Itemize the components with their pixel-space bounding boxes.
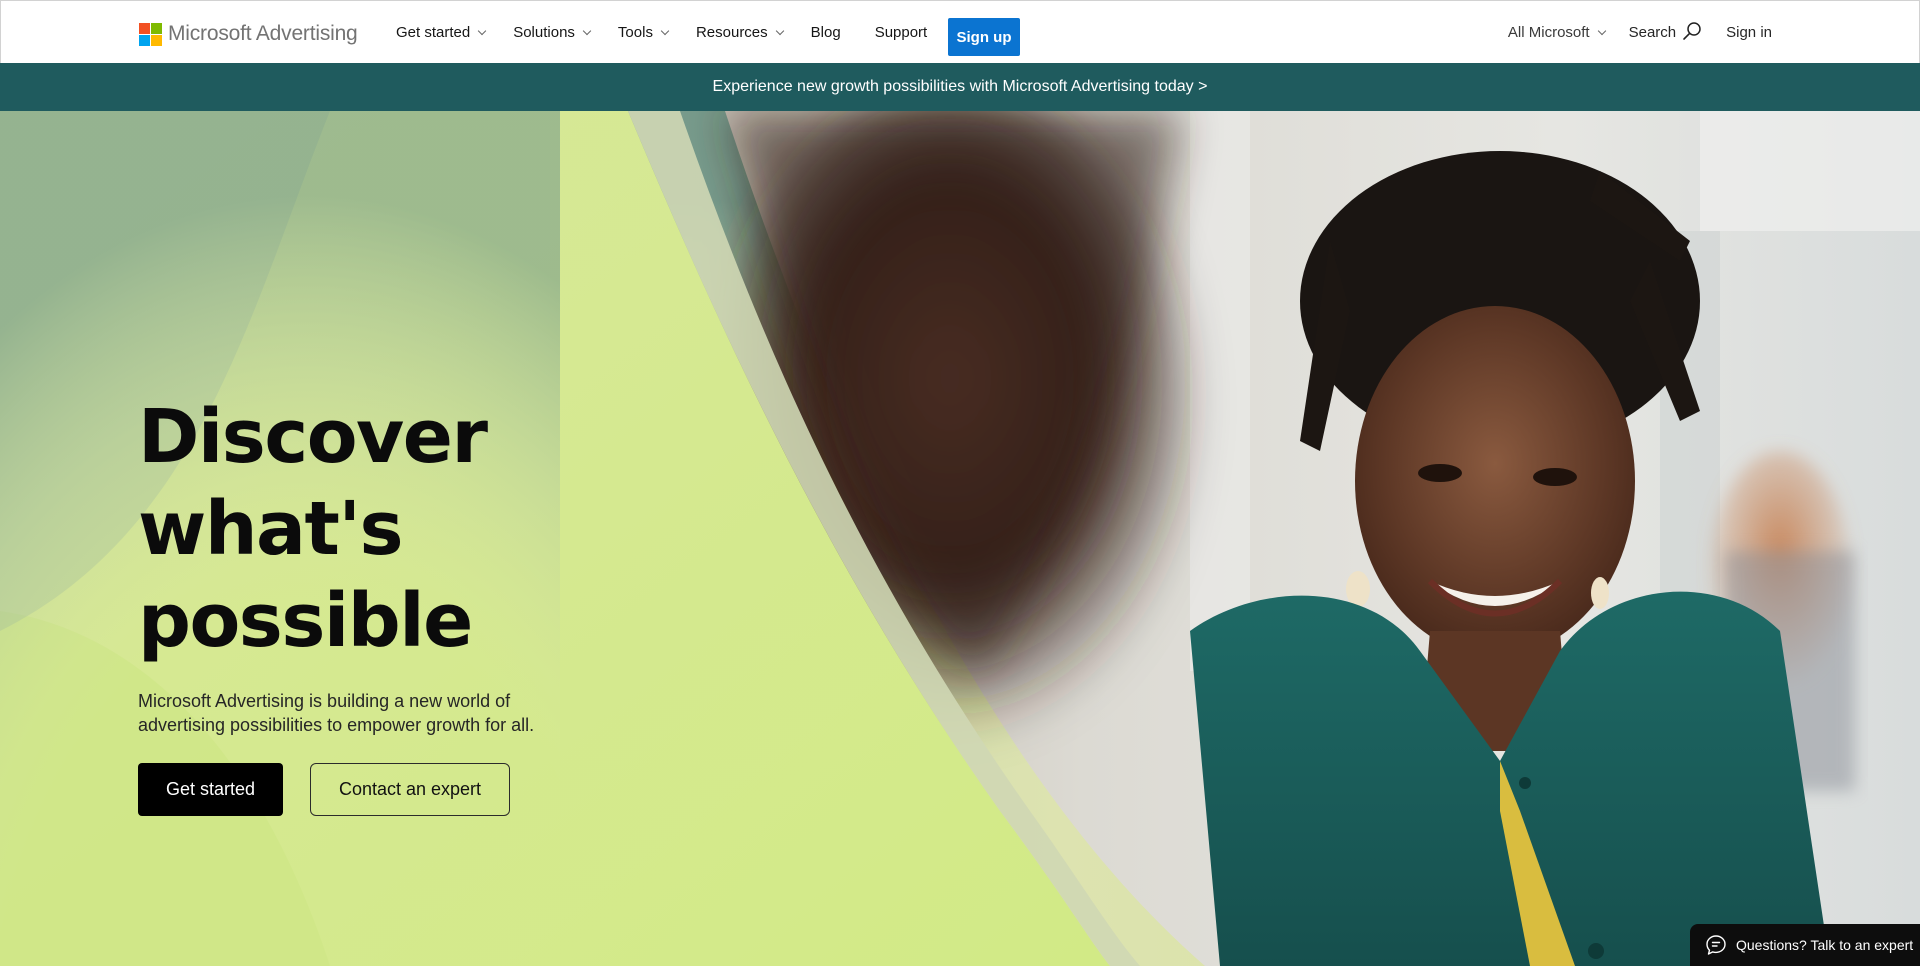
utility-nav: All Microsoft Search Sign in xyxy=(1484,1,1772,64)
chat-widget-button[interactable]: Questions? Talk to an expert xyxy=(1690,924,1920,966)
chevron-down-icon xyxy=(1597,26,1606,36)
main-nav: Get started Solutions Tools Resources Bl… xyxy=(396,1,955,64)
hero-title-line: Discover xyxy=(138,394,488,480)
hero-actions: Get started Contact an expert xyxy=(138,763,598,816)
all-microsoft-label: All Microsoft xyxy=(1507,24,1590,41)
promo-banner: Experience new growth possibilities with… xyxy=(0,63,1920,111)
hero-subtitle: Microsoft Advertising is building a new … xyxy=(138,691,535,735)
chevron-down-icon xyxy=(775,26,784,36)
chevron-down-icon xyxy=(477,26,487,36)
brand-name: Microsoft Advertising xyxy=(168,22,358,45)
promo-banner-link[interactable]: Experience new growth possibilities with… xyxy=(713,78,1208,96)
sign-up-button[interactable]: Sign up xyxy=(948,18,1020,56)
hero-section: Discover what's possible Microsoft Adver… xyxy=(0,111,1920,966)
nav-label: Solutions xyxy=(513,24,575,41)
hero-title-line: what's xyxy=(138,486,404,572)
chat-widget-label: Questions? Talk to an expert xyxy=(1736,937,1914,953)
hero-content: Discover what's possible Microsoft Adver… xyxy=(138,391,598,816)
get-started-button[interactable]: Get started xyxy=(138,763,283,816)
all-microsoft-menu[interactable]: All Microsoft xyxy=(1507,24,1606,41)
nav-blog[interactable]: Blog xyxy=(811,24,841,41)
nav-support[interactable]: Support xyxy=(875,24,928,41)
site-header: Microsoft Advertising Get started Soluti… xyxy=(0,0,1920,63)
sign-in-label: Sign in xyxy=(1726,24,1772,41)
nav-resources[interactable]: Resources xyxy=(695,24,784,41)
nav-solutions[interactable]: Solutions xyxy=(513,24,592,41)
nav-label: Support xyxy=(874,24,928,41)
nav-label: Tools xyxy=(617,24,653,41)
nav-label: Blog xyxy=(810,24,841,41)
chevron-down-icon xyxy=(660,26,670,36)
hero-title-line: possible xyxy=(138,578,473,664)
nav-label: Resources xyxy=(695,24,768,41)
nav-get-started[interactable]: Get started xyxy=(396,24,487,41)
nav-tools[interactable]: Tools xyxy=(617,24,670,41)
microsoft-logo-icon xyxy=(139,22,162,46)
search-label: Search xyxy=(1628,24,1677,41)
chat-bubble-icon xyxy=(1706,935,1726,955)
sign-in-link[interactable]: Sign in xyxy=(1726,24,1772,41)
search-button[interactable]: Search xyxy=(1628,21,1703,41)
microsoft-advertising-logo[interactable]: Microsoft Advertising xyxy=(139,22,358,46)
hero-title: Discover what's possible xyxy=(138,391,598,667)
search-icon xyxy=(1683,21,1701,40)
contact-expert-button[interactable]: Contact an expert xyxy=(310,763,510,816)
nav-label: Get started xyxy=(396,24,471,41)
chevron-down-icon xyxy=(582,26,592,36)
